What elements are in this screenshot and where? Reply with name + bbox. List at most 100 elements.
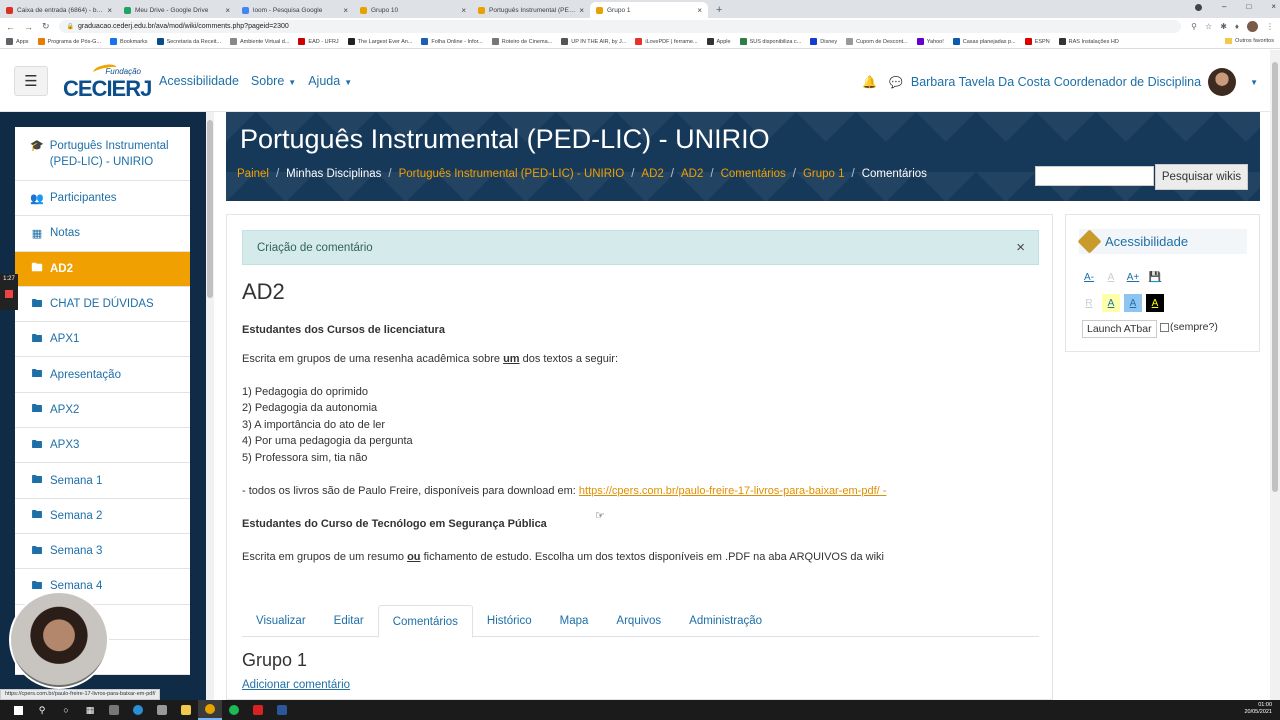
close-tab-icon[interactable]: × — [107, 6, 112, 15]
puzzle-icon[interactable]: ♦ — [1235, 22, 1239, 31]
close-window-icon[interactable]: × — [1271, 2, 1276, 11]
system-clock[interactable]: 01:00 20/05/2021 — [1244, 702, 1272, 716]
browser-tab[interactable]: Caixa de entrada (6864) - btavel × — [0, 2, 118, 18]
scrollbar-thumb[interactable] — [207, 120, 213, 298]
browser-tab[interactable]: loom - Pesquisa Google × — [236, 2, 354, 18]
breadcrumb-item[interactable]: Português Instrumental (PED-LIC) - UNIRI… — [399, 168, 625, 180]
bookmark-item[interactable]: Apps — [6, 38, 29, 45]
calculator-icon[interactable] — [102, 700, 126, 720]
drawer-item[interactable]: 🖿 Semana 3 — [15, 534, 190, 570]
bookmark-item[interactable]: Apple — [706, 38, 731, 45]
bookmark-item[interactable]: ESPN — [1024, 38, 1050, 45]
wiki-tab[interactable]: Mapa — [546, 605, 603, 637]
drawer-scrollbar[interactable] — [206, 112, 214, 700]
drawer-item[interactable]: 🖿 CHAT DE DÚVIDAS — [15, 287, 190, 323]
star-icon[interactable]: ☆ — [1205, 22, 1212, 31]
bell-icon[interactable]: 🔔 — [862, 75, 877, 89]
nav-link-accessibility[interactable]: Acessibilidade — [159, 74, 239, 88]
bookmark-item[interactable]: Casas planejadas p... — [952, 38, 1016, 45]
stop-record-icon[interactable] — [5, 290, 13, 298]
browser-tab[interactable]: Grupo 1 × — [590, 2, 708, 18]
download-link[interactable]: https://cpers.com.br/paulo-freire-17-liv… — [579, 485, 887, 497]
wiki-tab[interactable]: Editar — [320, 605, 378, 637]
site-logo[interactable]: Fundação CECIERJ — [63, 62, 152, 104]
bookmark-item[interactable]: iLovePDF | ferrame... — [635, 38, 698, 45]
bookmark-item[interactable]: Secretaria da Receit... — [156, 38, 221, 45]
nav-link-about[interactable]: Sobre ▼ — [251, 74, 296, 88]
bookmark-item[interactable]: Bookmarks — [110, 38, 148, 45]
browser-tab[interactable]: Português Instrumental (PED-LIC)× — [472, 2, 590, 18]
drawer-toggle-button[interactable]: ☰ — [14, 66, 48, 96]
user-avatar[interactable] — [1208, 68, 1237, 96]
wiki-tab[interactable]: Arquivos — [602, 605, 675, 637]
bookmark-item[interactable]: UP IN THE AIR, by J... — [561, 38, 626, 45]
profile-dot-icon[interactable] — [1195, 4, 1203, 11]
drawer-item[interactable]: 👥 Participantes — [15, 181, 190, 217]
browser-tab[interactable]: Meu Drive - Google Drive × — [118, 2, 236, 18]
browser-tab[interactable]: Grupo 10 × — [354, 2, 472, 18]
task-view-icon[interactable]: ▦ — [78, 700, 102, 720]
decrease-font-button[interactable]: A- — [1080, 268, 1098, 286]
breadcrumb-item[interactable]: Comentários — [721, 168, 786, 180]
wiki-tab[interactable]: Comentários — [377, 605, 473, 638]
caret-down-icon[interactable]: ▼ — [1250, 78, 1258, 87]
breadcrumb-item[interactable]: AD2 — [641, 168, 663, 180]
edge-icon[interactable] — [126, 700, 150, 720]
forward-icon[interactable]: → — [24, 22, 33, 32]
color-scheme-yellow-button[interactable]: A — [1102, 294, 1120, 312]
windows-start-icon[interactable] — [6, 700, 30, 720]
bookmark-item[interactable]: Roteiro de Cinema... — [491, 38, 552, 45]
bookmark-item[interactable]: The Largest Ever An... — [347, 38, 412, 45]
search-wikis-button[interactable]: Pesquisar wikis — [1155, 164, 1248, 190]
reload-icon[interactable]: ↻ — [42, 21, 50, 32]
scrollbar-thumb[interactable] — [1272, 62, 1278, 492]
bookmark-item[interactable]: Disney — [810, 38, 837, 45]
drawer-item[interactable]: 🖿 Apresentação — [15, 357, 190, 393]
increase-font-button[interactable]: A+ — [1124, 268, 1142, 286]
breadcrumb-item[interactable]: Painel — [237, 168, 269, 180]
new-tab-button[interactable]: + — [708, 2, 730, 18]
drawer-item[interactable]: 🖿 AD2 — [15, 251, 190, 287]
search-icon[interactable]: ⚲ — [30, 700, 54, 720]
drawer-item[interactable]: 🖿 APX3 — [15, 428, 190, 464]
breadcrumb-item[interactable]: AD2 — [681, 168, 703, 180]
bookmark-item[interactable]: Folha Online - Infor... — [421, 38, 483, 45]
drawer-item[interactable]: 🖿 APX2 — [15, 393, 190, 429]
reset-font-button[interactable]: A — [1102, 268, 1120, 286]
breadcrumb-item[interactable]: Grupo 1 — [803, 168, 845, 180]
close-tab-icon[interactable]: × — [225, 6, 230, 15]
bookmark-item[interactable]: Cupom de Descont... — [846, 38, 908, 45]
wiki-search-input[interactable] — [1035, 166, 1154, 186]
checkbox[interactable] — [1160, 322, 1169, 332]
nav-link-help[interactable]: Ajuda ▼ — [308, 74, 352, 88]
bookmark-item[interactable]: Ambiente Virtual d... — [229, 38, 289, 45]
wiki-tab[interactable]: Histórico — [473, 605, 546, 637]
bookmark-item[interactable]: EAD - UFRJ — [298, 38, 339, 45]
bookmark-item[interactable]: Yahoo! — [916, 38, 944, 45]
close-icon[interactable]: × — [1016, 239, 1025, 256]
bookmark-item[interactable]: RAS Instalações HD — [1058, 38, 1119, 45]
breadcrumb-item[interactable]: Minhas Disciplinas — [286, 168, 381, 180]
drawer-item[interactable]: ▦ Notas — [15, 216, 190, 252]
bookmark-item[interactable]: SUS disponibiliza c... — [739, 38, 801, 45]
wiki-tab[interactable]: Visualizar — [242, 605, 320, 637]
always-checkbox[interactable]: (sempre?) — [1160, 321, 1218, 333]
minimize-icon[interactable]: – — [1222, 2, 1226, 11]
word-icon[interactable] — [270, 700, 294, 720]
profile-avatar[interactable] — [1247, 21, 1258, 32]
chat-icon[interactable]: 💬 — [889, 76, 903, 89]
drawer-item[interactable]: 🖿 Semana 2 — [15, 499, 190, 534]
color-scheme-blue-button[interactable]: A — [1124, 294, 1142, 312]
cortana-icon[interactable]: ○ — [54, 700, 78, 720]
drawer-item[interactable]: 🎓 Português Instrumental (PED-LIC) - UNIR… — [15, 127, 190, 181]
close-tab-icon[interactable]: × — [461, 6, 466, 15]
other-bookmarks[interactable]: Outros favoritos — [1225, 38, 1274, 44]
back-icon[interactable]: ← — [6, 22, 15, 32]
maximize-icon[interactable]: □ — [1246, 2, 1251, 11]
close-tab-icon[interactable]: × — [697, 6, 702, 15]
close-tab-icon[interactable]: × — [343, 6, 348, 15]
user-name[interactable]: Barbara Tavela Da Costa Coordenador de D… — [911, 75, 1201, 89]
close-tab-icon[interactable]: × — [579, 6, 584, 15]
acrobat-icon[interactable] — [246, 700, 270, 720]
chrome-icon[interactable] — [198, 700, 222, 720]
